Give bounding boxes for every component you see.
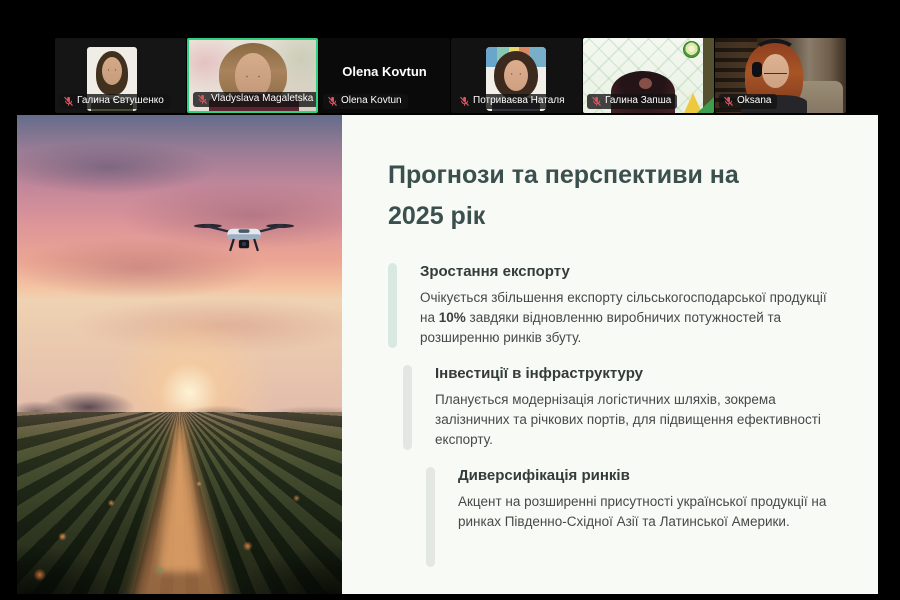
section-heading: Диверсифікація ринків	[458, 467, 838, 484]
section-heading: Інвестиції в інфраструктуру	[435, 365, 838, 382]
participant-tile-halyna-zapsha[interactable]: Галина Запша	[583, 38, 714, 113]
speaker-face	[639, 78, 652, 89]
participant-name: Галина Запша	[605, 95, 671, 107]
slide-text-column: Прогнози та перспективи на 2025 рік Зрос…	[342, 115, 878, 594]
speaker-eyes	[241, 74, 265, 79]
section-body: Акцент на розширенні присутності українс…	[458, 492, 838, 532]
participant-name: Olena Kovtun	[341, 95, 402, 107]
slide-photo-drone-over-field	[17, 115, 342, 594]
participant-name: Галина Євтушенко	[77, 95, 164, 107]
highlight-10-percent: 10%	[439, 310, 466, 325]
section-accent-bar	[426, 467, 435, 567]
green-triangle-decor	[697, 97, 714, 113]
avatar-eyes	[104, 68, 120, 72]
participant-strip: Галина Євтушенко Vladyslava Magaletska O…	[55, 38, 846, 113]
participant-name: Vladyslava Magaletska	[211, 93, 313, 105]
section-accent-bar	[388, 263, 397, 348]
participant-name: Потриваєва Наталя	[473, 95, 565, 107]
participant-nameplate: Галина Євтушенко	[59, 94, 170, 109]
meeting-window: { "participants": [ {"name": "Галина Євт…	[0, 0, 900, 600]
participant-nameplate: Olena Kovtun	[323, 94, 408, 109]
participant-nameplate: Vladyslava Magaletska	[193, 92, 318, 107]
participant-nameplate: Oksana	[719, 94, 777, 109]
slide-section-export-growth: Зростання експорту Очікується збільшення…	[388, 263, 838, 348]
mic-muted-icon	[723, 96, 734, 107]
foreground-bokeh	[17, 115, 342, 594]
speaker-glasses	[764, 68, 787, 74]
mic-muted-icon	[459, 96, 470, 107]
section-body: Очікується збільшення експорту сільськог…	[420, 288, 838, 348]
participant-tile-vladyslava-magaletska-active-speaker[interactable]: Vladyslava Magaletska	[187, 38, 318, 113]
shared-screen-slide: Прогнози та перспективи на 2025 рік Зрос…	[17, 115, 878, 594]
slide-section-market-diversification: Диверсифікація ринків Акцент на розширен…	[426, 467, 838, 567]
avatar-eyes	[507, 72, 525, 76]
headphones-earcup	[752, 62, 762, 77]
participant-tile-oksana[interactable]: Oksana	[715, 38, 846, 113]
participant-nameplate: Галина Запша	[587, 94, 677, 109]
participant-tile-olena-kovtun[interactable]: Olena Kovtun Olena Kovtun	[319, 38, 450, 113]
slide-section-infrastructure-investment: Інвестиції в інфраструктуру Планується м…	[403, 365, 838, 450]
participant-tile-halyna-yevtushenko[interactable]: Галина Євтушенко	[55, 38, 186, 113]
section-accent-bar	[403, 365, 412, 450]
mic-muted-icon	[591, 96, 602, 107]
slide-title: Прогнози та перспективи на 2025 рік	[388, 155, 788, 237]
section-heading: Зростання експорту	[420, 263, 838, 280]
organization-logo	[683, 41, 700, 58]
participant-name: Oksana	[737, 95, 771, 107]
mic-muted-icon	[197, 94, 208, 105]
mic-muted-icon	[63, 96, 74, 107]
section-body: Планується модернізація логістичних шлях…	[435, 390, 838, 450]
participant-tile-potryvaieva-natalia[interactable]: Потриваєва Наталя	[451, 38, 582, 113]
drone-icon	[193, 216, 295, 260]
mic-muted-icon	[327, 96, 338, 107]
participant-nameplate: Потриваєва Наталя	[455, 94, 571, 109]
